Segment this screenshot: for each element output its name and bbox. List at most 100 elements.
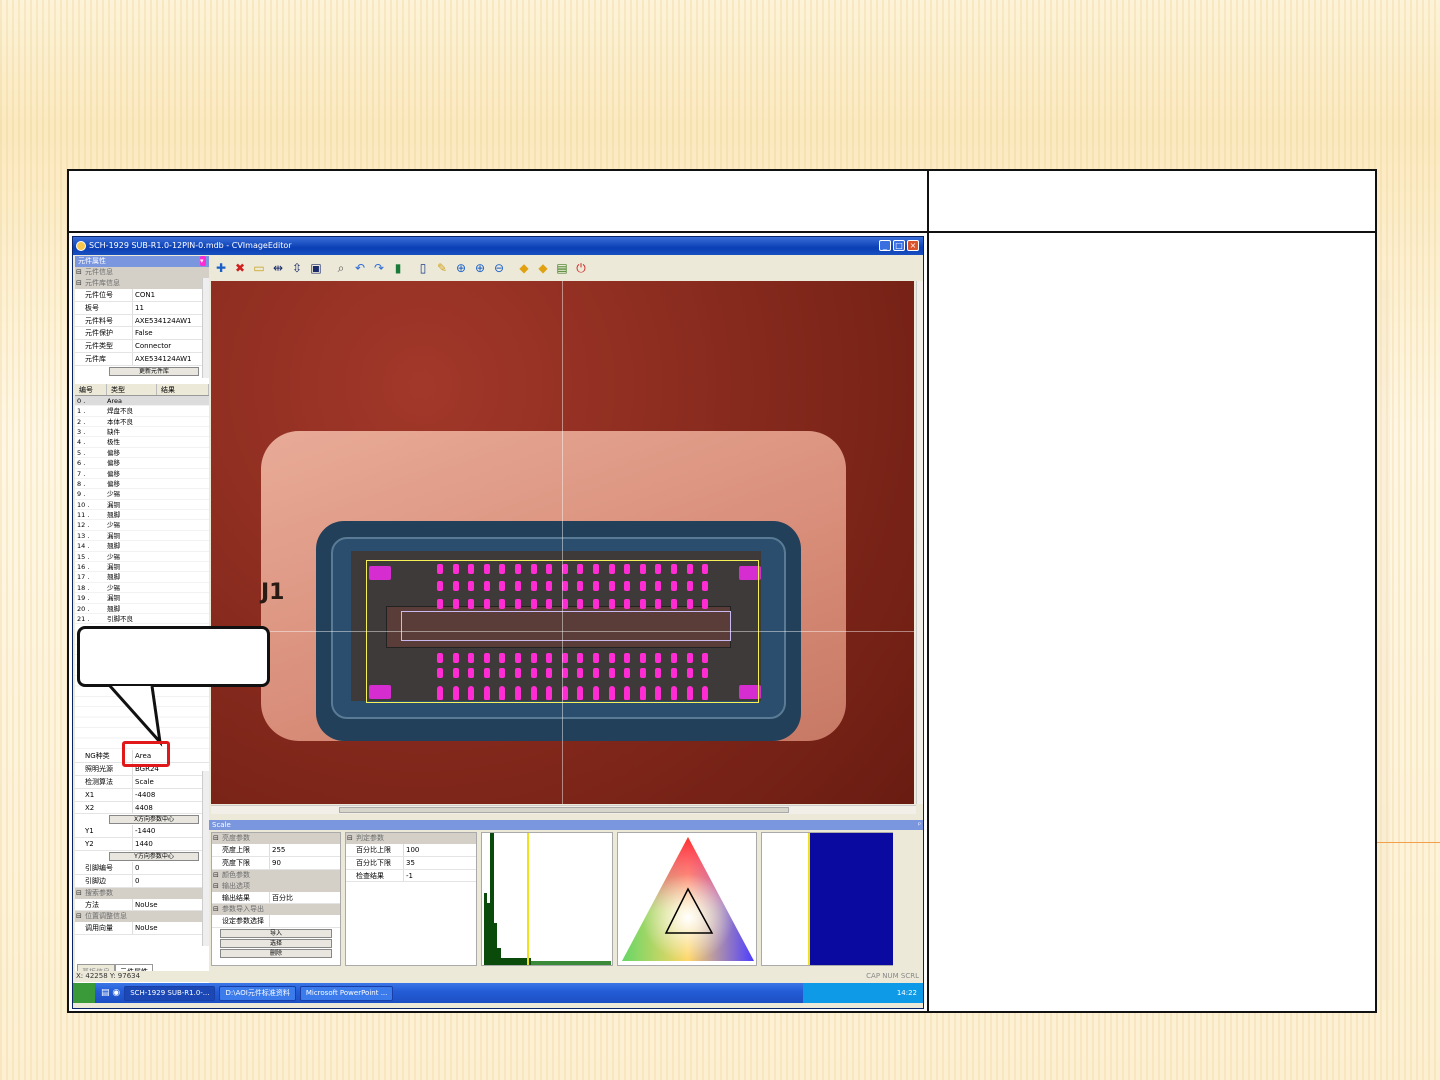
property-row[interactable]: 元件类型 Connector (75, 340, 209, 353)
property-row[interactable]: 元件料号 AXE534124AW1 (75, 314, 209, 328)
image-icon[interactable]: ▣ (308, 260, 324, 276)
property-row[interactable]: X1 -4408 (75, 788, 209, 802)
category-search-params[interactable]: 搜索参数 (75, 887, 209, 899)
column-number[interactable]: 编号 (75, 383, 107, 395)
edit-icon[interactable]: ✎ (434, 260, 450, 276)
property-value[interactable]: CON1 (133, 289, 209, 301)
list-item[interactable]: 8 . 偏移 (75, 479, 209, 490)
property-value[interactable]: -4408 (133, 789, 209, 801)
props-scrollbar[interactable] (202, 278, 209, 378)
fit-height-icon[interactable]: ⇳ (289, 260, 305, 276)
zoom-in-icon[interactable]: ⊕ (472, 260, 488, 276)
taskbar-item-folder[interactable]: D:\AOI元件标准资料 (219, 985, 296, 1001)
property-row-vector[interactable]: 调用向量 NoUse (75, 922, 209, 936)
color-triangle[interactable] (617, 832, 757, 966)
property-row[interactable]: 检查结果 -1 (346, 869, 476, 883)
zoom-icon[interactable]: ⊕ (453, 260, 469, 276)
import-button[interactable]: 导入 (220, 929, 332, 939)
inspect-icon[interactable]: ⌕ (333, 260, 349, 276)
taskbar-item-powerpoint[interactable]: Microsoft PowerPoint ... (299, 985, 394, 1001)
list-item[interactable]: 14 . 翘脚 (75, 541, 209, 552)
close-button[interactable]: × (907, 240, 919, 251)
pin-icon[interactable]: ᵖ (918, 820, 921, 830)
property-value[interactable] (270, 915, 340, 927)
pin-icon[interactable]: ▾ ᵖ (200, 256, 206, 276)
property-value[interactable]: 4408 (133, 802, 209, 814)
property-value[interactable]: 11 (133, 302, 209, 314)
property-row[interactable]: 元件库 AXE534124AW1 (75, 352, 209, 366)
list-item[interactable]: 5 . 偏移 (75, 448, 209, 459)
property-row[interactable]: 元件保护 False (75, 327, 209, 341)
quick-launch-icon[interactable]: ▤ ◉ (101, 988, 120, 998)
property-row[interactable]: 亮度上限 255 (212, 844, 340, 857)
property-value[interactable]: AXE534124AW1 (133, 315, 209, 327)
property-value[interactable]: 35 (404, 857, 476, 869)
property-value[interactable]: -1 (404, 870, 476, 882)
lower-props-scrollbar[interactable] (202, 771, 209, 946)
list-item[interactable]: 19 . 漏铜 (75, 593, 209, 604)
clock[interactable]: 14:22 (897, 989, 917, 997)
maximize-button[interactable]: □ (893, 240, 905, 251)
library-icon[interactable]: ▮ (390, 260, 406, 276)
redo-icon[interactable]: ↷ (371, 260, 387, 276)
column-type[interactable]: 类型 (107, 383, 157, 395)
inner-roi[interactable] (401, 611, 731, 641)
property-row[interactable]: 元件位号 CON1 (75, 289, 209, 302)
column-result[interactable]: 结果 (157, 383, 209, 395)
minimize-button[interactable]: _ (879, 240, 891, 251)
list-item[interactable]: 15 . 少锡 (75, 552, 209, 563)
image-view[interactable]: J1 (211, 281, 914, 804)
property-value[interactable]: Scale (133, 776, 209, 788)
property-row[interactable]: X2 4408 (75, 801, 209, 815)
undo-icon[interactable]: ↶ (352, 260, 368, 276)
property-row[interactable]: Y2 1440 (75, 838, 209, 851)
property-value[interactable]: NoUse (133, 899, 209, 911)
category-color[interactable]: 颜色参数 (212, 869, 340, 881)
fit-width-icon[interactable]: ⇹ (270, 260, 286, 276)
start-button[interactable] (73, 983, 95, 1003)
update-library-button[interactable]: 更新元件库 (109, 366, 199, 376)
category-import-export[interactable]: 参数导入导出 (212, 904, 340, 916)
property-row[interactable]: 百分比上限 100 (346, 844, 476, 857)
property-value[interactable]: Connector (133, 340, 209, 352)
power-icon[interactable]: ⏻ (573, 260, 589, 276)
property-value[interactable]: AXE534124AW1 (133, 353, 209, 365)
property-value[interactable]: -1440 (133, 825, 209, 837)
delete-icon[interactable]: ✖ (232, 260, 248, 276)
property-row[interactable]: Y1 -1440 (75, 825, 209, 839)
list-item[interactable]: 10 . 漏铜 (75, 500, 209, 511)
list-item[interactable]: 0 . Area (75, 395, 209, 407)
list-item[interactable]: 6 . 偏移 (75, 458, 209, 469)
list-item[interactable]: 21 . 引脚不良 (75, 614, 209, 625)
property-row[interactable]: 检测算法 Scale (75, 775, 209, 789)
list-item[interactable]: 9 . 少锡 (75, 489, 209, 500)
property-row[interactable]: 设定参数选择 (212, 915, 340, 929)
list-item[interactable]: 16 . 漏铜 (75, 562, 209, 573)
property-row-method[interactable]: 方法 NoUse (75, 898, 209, 912)
category-component-info[interactable]: 元件信息 (75, 267, 209, 278)
property-row[interactable]: 亮度下限 90 (212, 856, 340, 870)
list-item[interactable]: 3 . 缺件 (75, 427, 209, 438)
list-item[interactable]: 1 . 焊盘不良 (75, 406, 209, 417)
page-icon[interactable]: ▯ (415, 260, 431, 276)
list-item[interactable]: 11 . 翘脚 (75, 510, 209, 521)
delete-button[interactable]: 删除 (220, 949, 332, 959)
image-vertical-scrollbar[interactable] (916, 281, 923, 804)
property-row[interactable]: 百分比下限 35 (346, 856, 476, 870)
category-brightness[interactable]: 亮度参数 (212, 833, 340, 844)
list-item[interactable]: 12 . 少锡 (75, 520, 209, 531)
category-position-adjust[interactable]: 位置调整信息 (75, 911, 209, 923)
property-value[interactable]: 0 (133, 875, 209, 887)
list-item[interactable]: 18 . 少锡 (75, 583, 209, 594)
property-value[interactable]: 百分比 (270, 892, 340, 904)
list-item[interactable]: 17 . 翘脚 (75, 572, 209, 583)
property-value[interactable]: 255 (270, 844, 340, 856)
x-center-button[interactable]: X方向参数中心 (109, 815, 199, 825)
property-value[interactable]: False (133, 327, 209, 339)
image-horizontal-scrollbar[interactable] (211, 805, 916, 814)
category-output[interactable]: 输出选项 (212, 880, 340, 892)
add-icon[interactable]: ✚ (213, 260, 229, 276)
notes-icon[interactable]: ▤ (554, 260, 570, 276)
list-item[interactable]: 7 . 偏移 (75, 469, 209, 479)
property-value[interactable]: 90 (270, 857, 340, 869)
